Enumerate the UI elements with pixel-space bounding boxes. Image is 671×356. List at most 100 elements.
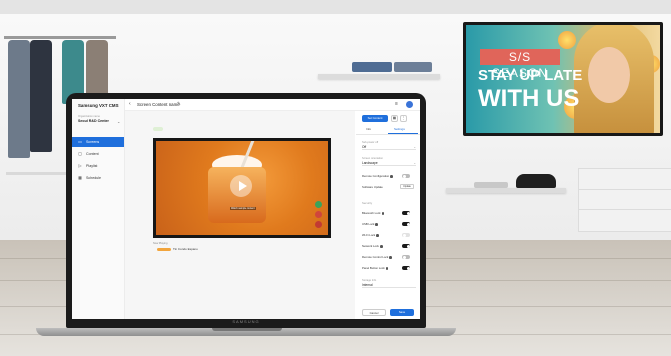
chevron-down-icon: ⌄: [413, 161, 416, 165]
security-section-title: Security: [362, 201, 373, 205]
screen-icon: ▭: [78, 139, 82, 144]
sidebar-item-label: Screens: [86, 140, 100, 144]
sidebar-item-label: Content: [86, 152, 99, 156]
usb-lock-toggle[interactable]: [402, 222, 410, 226]
video-thumbnail[interactable]: Watch sample content: [156, 141, 328, 235]
edit-pencil-icon[interactable]: ✎: [177, 101, 181, 107]
tab-info[interactable]: Info: [366, 127, 371, 131]
remote-configuration-label: Remote Configuration: [362, 174, 393, 178]
info-icon: [376, 233, 379, 237]
now-playing-title: Tin Condo Espano: [173, 247, 198, 251]
info-icon: [379, 244, 383, 248]
back-arrow-icon[interactable]: ‹: [129, 101, 131, 107]
laptop-hinge-notch: [212, 328, 282, 331]
content-tag: [157, 248, 171, 251]
laptop: Samsung VXT CMS Organization name Seoul …: [66, 93, 426, 328]
sidebar-item-screens[interactable]: ▭ Screens: [72, 137, 124, 147]
chevron-down-icon[interactable]: ⌄: [117, 119, 120, 124]
sidebar-item-playlist[interactable]: ▷ Playlist: [72, 161, 124, 171]
bluetooth-lock-toggle[interactable]: [402, 211, 410, 215]
wall-shelf: [446, 188, 566, 193]
video-caption: Watch sample content: [230, 207, 256, 210]
active-tab-indicator: [388, 133, 418, 134]
model-face: [588, 47, 630, 103]
remote-configuration-toggle[interactable]: [402, 174, 410, 178]
content-icon: ▢: [78, 151, 82, 156]
wifi-lock-toggle[interactable]: [402, 233, 410, 237]
network-lock-label: Network Lock: [362, 244, 383, 248]
sidebar: Samsung VXT CMS Organization name Seoul …: [72, 99, 125, 319]
schedule-icon: ▦: [78, 175, 82, 180]
network-lock-toggle[interactable]: [402, 244, 410, 248]
orientation-value: Landscape: [362, 161, 378, 165]
grid-icon[interactable]: ▦: [391, 115, 398, 122]
wall-display: S/S SEASON STAY UP LATE WITH US: [463, 22, 663, 136]
ad-headline: STAY UP LATE: [478, 67, 583, 84]
info-icon: [390, 174, 393, 178]
settings-panel: Set Content ▦ ⋮ Info Settings Sub-power …: [356, 111, 420, 319]
sub-power-value: Off: [362, 145, 367, 149]
orientation-label: Screen orientation: [362, 157, 384, 160]
laptop-brand-label: SAMSUNG: [232, 319, 260, 324]
shoe-shelf: [6, 172, 68, 175]
sub-power-select[interactable]: Off ⌄: [362, 145, 416, 150]
usb-lock-label: USB Lock: [362, 222, 379, 226]
play-icon[interactable]: [230, 175, 252, 197]
season-badge: S/S SEASON: [480, 49, 560, 80]
software-update-label: Software Update: [362, 185, 383, 189]
ad-subheadline: WITH US: [478, 85, 580, 112]
app-title: Samsung VXT CMS: [78, 103, 119, 108]
content-preview: Watch sample content: [153, 138, 331, 238]
tab-settings[interactable]: Settings: [394, 127, 405, 131]
cancel-button[interactable]: Cancel: [362, 309, 386, 316]
avatar[interactable]: [406, 101, 413, 108]
red-action-icon[interactable]: [315, 211, 322, 218]
sidebar-item-content[interactable]: ▢ Content: [72, 149, 124, 159]
organization-selector[interactable]: Seoul R&D Center: [78, 119, 109, 123]
sidebar-item-schedule[interactable]: ▦ Schedule: [72, 173, 124, 183]
wall-shelf: [318, 74, 440, 79]
status-badge: [153, 127, 163, 131]
sub-power-label: Sub-power off: [362, 141, 379, 144]
playlist-icon: ▷: [78, 163, 82, 168]
now-playing-item[interactable]: Tin Condo Espano: [153, 247, 313, 253]
storage-label: Storage Info: [362, 279, 377, 282]
remote-control-lock-label: Remote Control Lock: [362, 255, 392, 259]
now-playing-label: Now Playing: [153, 242, 168, 245]
top-bar: ‹ Screen Content name ✎ ≡: [125, 99, 420, 111]
panel-tabs: Info Settings: [356, 126, 420, 135]
set-content-button[interactable]: Set Content: [362, 115, 388, 122]
green-action-icon[interactable]: [315, 201, 322, 208]
folded-jeans: [394, 62, 432, 72]
remote-control-lock-toggle[interactable]: [402, 255, 410, 259]
clothing-rack: [4, 36, 116, 39]
save-button[interactable]: Save: [390, 309, 414, 316]
bluetooth-lock-label: Bluetooth Lock: [362, 211, 385, 215]
red-action-icon[interactable]: [315, 221, 322, 228]
chevron-down-icon: ⌄: [413, 145, 416, 149]
orientation-select[interactable]: Landscape ⌄: [362, 161, 416, 166]
content-area: Watch sample content Now Playing Tin Con…: [125, 111, 355, 319]
info-icon: [385, 266, 389, 270]
panel-button-lock-toggle[interactable]: [402, 266, 410, 270]
storage-value: Internal: [362, 283, 416, 288]
menu-icon[interactable]: ≡: [395, 101, 398, 107]
folded-item: [474, 182, 508, 188]
page-title: Screen Content name: [137, 102, 180, 107]
coat: [8, 40, 30, 158]
wifi-lock-label: Wi-Fi Lock: [362, 233, 379, 237]
info-icon: [375, 222, 379, 226]
more-icon[interactable]: ⋮: [400, 115, 407, 122]
panel-button-lock-label: Panel Button Lock: [362, 266, 389, 270]
display-cabinet: [578, 168, 671, 232]
sidebar-item-label: Schedule: [86, 176, 101, 180]
sidebar-item-label: Playlist: [86, 164, 98, 168]
info-icon: [381, 211, 385, 215]
cms-app-window: Samsung VXT CMS Organization name Seoul …: [72, 99, 420, 319]
black-bag: [516, 174, 556, 188]
info-icon: [389, 255, 392, 259]
organization-label: Organization name: [78, 115, 100, 118]
update-button[interactable]: Update: [400, 184, 414, 189]
advertisement: S/S SEASON STAY UP LATE WITH US: [466, 25, 660, 133]
coat: [30, 40, 52, 152]
